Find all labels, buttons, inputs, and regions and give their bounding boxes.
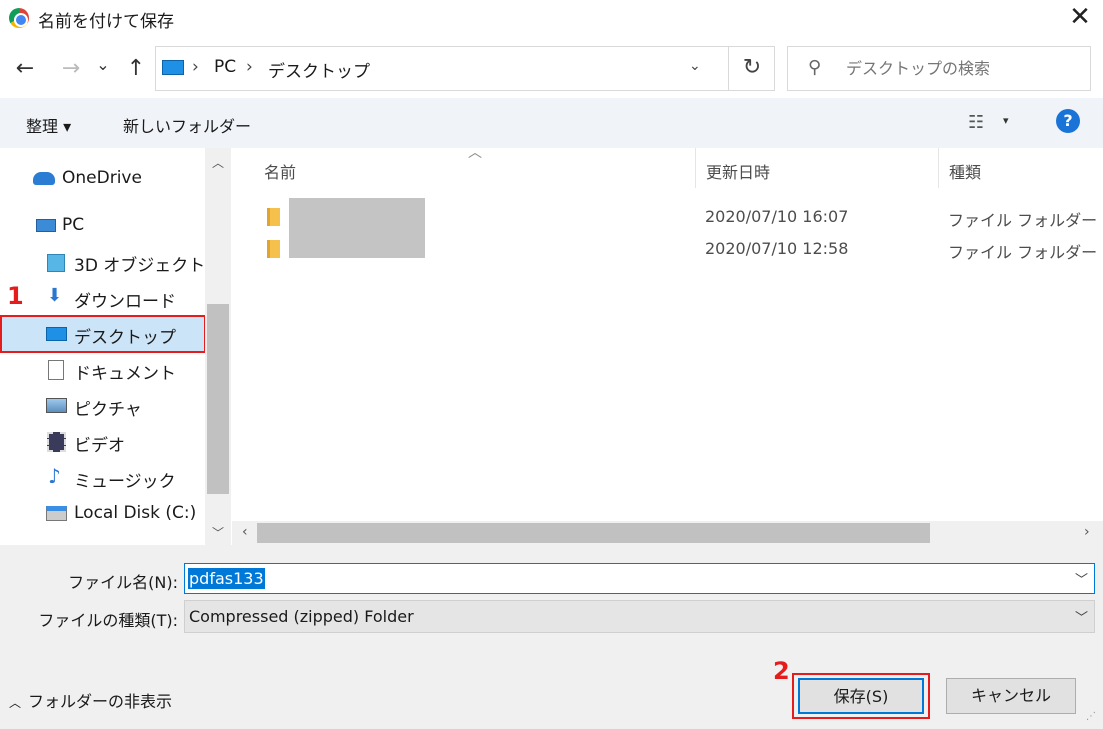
sidebar-item-3d-objects[interactable]: 3D オブジェクト	[0, 245, 205, 279]
file-modified: 2020/07/10 12:58	[705, 239, 849, 258]
column-divider[interactable]	[938, 148, 939, 188]
scroll-right-icon[interactable]: ›	[1084, 524, 1090, 540]
sidebar-scrollbar[interactable]: ︿ ﹀	[205, 148, 231, 545]
command-toolbar: 整理 ▾ 新しいフォルダー ☷ ▾ ?	[0, 98, 1103, 148]
file-type: ファイル フォルダー	[948, 211, 1098, 230]
window-title: 名前を付けて保存	[38, 12, 174, 32]
hide-folders-toggle[interactable]: ︿ フォルダーの非表示	[9, 688, 172, 712]
scroll-left-icon[interactable]: ‹	[242, 524, 248, 540]
sidebar-item-label: ダウンロード	[74, 292, 176, 312]
filename-field[interactable]: pdfas133 ﹀	[184, 563, 1095, 594]
organize-button[interactable]: 整理 ▾	[26, 113, 71, 137]
local-disk-icon	[46, 506, 67, 521]
navigation-pane: OneDrive PC 3D オブジェクト ⬇ ダウンロード デスクトップ ドキ…	[0, 148, 232, 545]
file-modified: 2020/07/10 16:07	[705, 207, 849, 226]
search-input[interactable]	[846, 56, 1076, 80]
address-bar[interactable]: › PC › デスクトップ ⌄ ↻	[155, 46, 775, 91]
downloads-icon: ⬇	[47, 285, 63, 306]
recent-locations-chevron-icon[interactable]: ⌄	[92, 52, 114, 80]
sidebar-item-label: Local Disk (C:)	[74, 503, 197, 523]
column-header-type[interactable]: 種類	[949, 159, 981, 183]
refresh-icon[interactable]: ↻	[728, 47, 775, 90]
filetype-dropdown-chevron-icon[interactable]: ﹀	[1075, 607, 1088, 626]
sidebar-scroll-thumb[interactable]	[207, 304, 229, 494]
filelist-scroll-thumb[interactable]	[257, 523, 930, 543]
up-arrow-icon[interactable]: ↑	[122, 56, 150, 84]
folder-icon	[267, 240, 280, 258]
folder-icon	[267, 208, 280, 226]
pc-monitor-icon	[162, 60, 184, 75]
file-list: ︿ 名前 更新日時 種類 2020/07/10 16:07 ファイル フォルダー…	[232, 145, 1103, 545]
sidebar-item-label: PC	[62, 215, 85, 235]
view-dropdown-chevron-icon[interactable]: ▾	[1003, 114, 1009, 127]
file-type: ファイル フォルダー	[948, 243, 1098, 262]
help-icon[interactable]: ?	[1056, 109, 1080, 133]
3d-objects-icon	[47, 254, 65, 272]
column-header-name[interactable]: 名前	[264, 159, 296, 183]
breadcrumb-pc[interactable]: PC	[214, 57, 236, 77]
onedrive-icon	[33, 172, 55, 185]
save-button[interactable]: 保存(S)	[798, 678, 924, 714]
navigation-bar: ← → ⌄ ↑ › PC › デスクトップ ⌄ ↻ ⚲	[0, 38, 1103, 98]
annotation-step-2: 2	[773, 657, 790, 685]
sidebar-item-onedrive[interactable]: OneDrive	[0, 162, 205, 196]
cancel-button[interactable]: キャンセル	[946, 678, 1076, 714]
pictures-icon	[46, 398, 67, 413]
scroll-down-icon[interactable]: ﹀	[212, 524, 224, 541]
resize-grip-icon[interactable]: ⋰	[1086, 711, 1100, 725]
chevron-up-icon: ︿	[9, 696, 22, 710]
address-dropdown-chevron-icon[interactable]: ⌄	[689, 58, 701, 74]
sidebar-item-label: OneDrive	[62, 168, 142, 188]
sidebar-item-label: 3D オブジェクト	[74, 256, 206, 276]
filetype-select[interactable]: Compressed (zipped) Folder ﹀	[184, 600, 1095, 633]
sidebar-item-label: ビデオ	[74, 436, 125, 456]
close-icon[interactable]: ✕	[1064, 2, 1096, 34]
filelist-horizontal-scrollbar[interactable]: ‹ ›	[232, 521, 1103, 545]
music-icon: ♪	[48, 464, 61, 488]
annotation-highlight-desktop	[0, 315, 206, 353]
sidebar-item-local-disk[interactable]: Local Disk (C:)	[0, 497, 205, 531]
sidebar-item-label: ミュージック	[74, 472, 176, 492]
breadcrumb-separator: ›	[246, 57, 253, 77]
sidebar-item-label: ピクチャ	[74, 400, 142, 420]
breadcrumb-separator: ›	[192, 57, 199, 77]
sidebar-item-music[interactable]: ♪ ミュージック	[0, 461, 205, 495]
forward-arrow-icon[interactable]: →	[57, 56, 85, 84]
search-box[interactable]: ⚲	[787, 46, 1091, 91]
search-icon: ⚲	[808, 57, 822, 78]
column-header-modified[interactable]: 更新日時	[706, 159, 770, 183]
back-arrow-icon[interactable]: ←	[11, 56, 39, 84]
sidebar-item-videos[interactable]: ビデオ	[0, 425, 205, 459]
breadcrumb-desktop[interactable]: デスクトップ	[268, 57, 370, 82]
sidebar-item-pc[interactable]: PC	[0, 209, 205, 243]
scroll-up-icon[interactable]: ︿	[212, 154, 224, 171]
documents-icon	[48, 360, 64, 380]
sort-ascending-icon: ︿	[468, 145, 482, 161]
view-options-icon[interactable]: ☷	[968, 112, 984, 133]
annotation-step-1: 1	[7, 282, 24, 310]
chrome-app-icon	[9, 8, 29, 28]
videos-icon	[47, 432, 66, 452]
save-options-panel: ファイル名(N): pdfas133 ﹀ ファイルの種類(T): Compres…	[0, 545, 1103, 729]
redacted-filenames	[289, 198, 425, 258]
column-divider[interactable]	[695, 148, 696, 188]
filename-label: ファイル名(N):	[68, 573, 178, 592]
hide-folders-label: フォルダーの非表示	[28, 692, 173, 711]
sidebar-item-pictures[interactable]: ピクチャ	[0, 389, 205, 423]
filename-selected-text[interactable]: pdfas133	[188, 568, 265, 589]
pc-icon	[36, 219, 56, 232]
filename-dropdown-chevron-icon[interactable]: ﹀	[1075, 569, 1088, 588]
filetype-value: Compressed (zipped) Folder	[189, 607, 414, 626]
sidebar-item-documents[interactable]: ドキュメント	[0, 353, 205, 387]
sidebar-item-label: ドキュメント	[74, 364, 176, 384]
title-bar: 名前を付けて保存 ✕	[0, 0, 1103, 38]
new-folder-button[interactable]: 新しいフォルダー	[123, 113, 251, 137]
filetype-label: ファイルの種類(T):	[38, 611, 178, 630]
sidebar-item-downloads[interactable]: ⬇ ダウンロード	[0, 281, 205, 315]
